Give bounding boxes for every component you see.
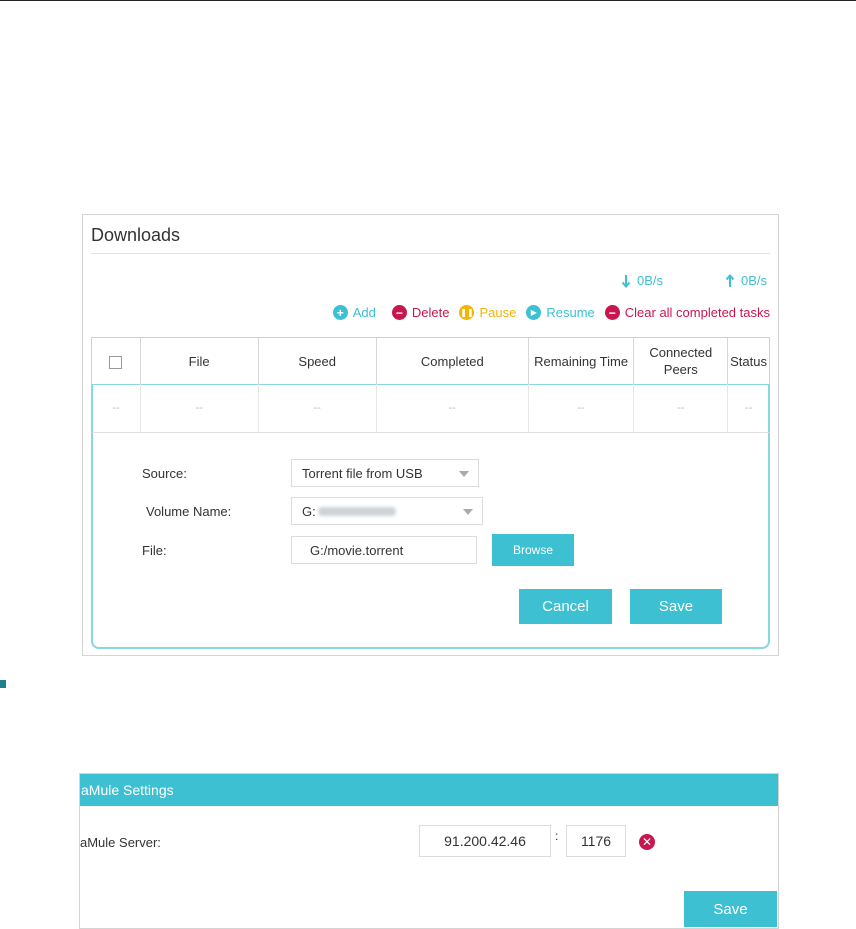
- table-cell: --: [633, 384, 729, 433]
- column-header: Speed: [258, 338, 377, 384]
- play-icon: ▶: [526, 305, 542, 320]
- chevron-down-icon: [463, 509, 473, 515]
- port-separator: :: [555, 829, 559, 843]
- select-all-cell: [92, 338, 141, 384]
- delete-label: Delete: [411, 305, 450, 320]
- table-cell: --: [376, 384, 529, 433]
- save-button[interactable]: Save: [630, 589, 722, 624]
- downloads-panel: Downloads 0B/s 0B/s + Add − Delete ❚❚ Pa…: [82, 214, 779, 656]
- table-cell: --: [92, 384, 141, 433]
- amule-title: aMule Settings: [80, 774, 778, 806]
- amule-server-ip-input[interactable]: 91.200.42.46: [419, 825, 551, 857]
- pause-button[interactable]: ❚❚ Pause: [459, 305, 516, 320]
- upload-rate-value: 0B/s: [741, 273, 768, 288]
- amule-server-label: aMule Server:: [80, 835, 161, 850]
- cancel-button[interactable]: Cancel: [519, 589, 612, 624]
- resume-button[interactable]: ▶ Resume: [526, 305, 595, 320]
- volume-value: G:: [302, 503, 316, 519]
- bookmark-icon: [0, 680, 6, 688]
- volume-select[interactable]: G:: [291, 497, 483, 525]
- resume-label: Resume: [546, 305, 595, 320]
- downloads-table-box: File Speed Completed Remaining Time Conn…: [91, 337, 770, 649]
- downloads-table: File Speed Completed Remaining Time Conn…: [92, 338, 769, 433]
- column-header: Connected Peers: [633, 338, 729, 384]
- table-cell: --: [140, 384, 259, 433]
- amule-save-button[interactable]: Save: [684, 891, 777, 927]
- column-header: Remaining Time: [528, 338, 635, 384]
- download-rate: 0B/s: [621, 273, 663, 288]
- redacted-volume-name: [317, 506, 396, 516]
- column-header: File: [140, 338, 259, 384]
- file-input[interactable]: G:/movie.torrent: [291, 536, 477, 564]
- select-all-checkbox[interactable]: [109, 355, 123, 369]
- top-rule: [0, 0, 856, 1]
- table-cell: --: [528, 384, 635, 433]
- source-value: Torrent file from USB: [302, 465, 423, 481]
- minus-icon: −: [604, 305, 620, 320]
- volume-label: Volume Name:: [146, 504, 232, 519]
- table-cell: --: [258, 384, 377, 433]
- upload-rate: 0B/s: [725, 273, 767, 288]
- add-button[interactable]: + Add: [332, 305, 376, 320]
- minus-icon: −: [391, 305, 407, 320]
- clear-completed-button[interactable]: − Clear all completed tasks: [604, 305, 770, 320]
- table-row: -- -- -- -- -- -- --: [92, 384, 769, 433]
- source-select[interactable]: Torrent file from USB: [291, 459, 479, 487]
- table-header: File Speed Completed Remaining Time Conn…: [92, 338, 769, 384]
- table-cell: --: [727, 384, 769, 433]
- plus-icon: +: [332, 305, 348, 320]
- action-bar: + Add − Delete ❚❚ Pause ▶ Resume − Clear…: [332, 305, 770, 320]
- clear-label: Clear all completed tasks: [624, 305, 770, 320]
- amule-panel: aMule Settings aMule Server: 91.200.42.4…: [79, 773, 779, 929]
- pause-icon: ❚❚: [459, 305, 475, 320]
- pause-label: Pause: [479, 305, 517, 320]
- column-header: Completed: [376, 338, 529, 384]
- delete-button[interactable]: − Delete: [391, 305, 450, 320]
- download-rate-value: 0B/s: [637, 273, 664, 288]
- add-label: Add: [352, 305, 376, 320]
- arrow-up-icon: [725, 273, 735, 288]
- file-label: File:: [142, 543, 167, 558]
- chevron-down-icon: [459, 471, 469, 477]
- divider: [91, 253, 770, 254]
- panel-title: Downloads: [91, 225, 181, 245]
- column-header: Status: [730, 353, 767, 369]
- arrow-down-icon: [621, 274, 631, 288]
- remove-icon[interactable]: ✕: [639, 834, 655, 850]
- source-label: Source:: [142, 466, 187, 481]
- amule-server-port-input[interactable]: 1176: [566, 825, 626, 857]
- file-value: G:/movie.torrent: [310, 542, 404, 558]
- browse-button[interactable]: Browse: [492, 534, 574, 566]
